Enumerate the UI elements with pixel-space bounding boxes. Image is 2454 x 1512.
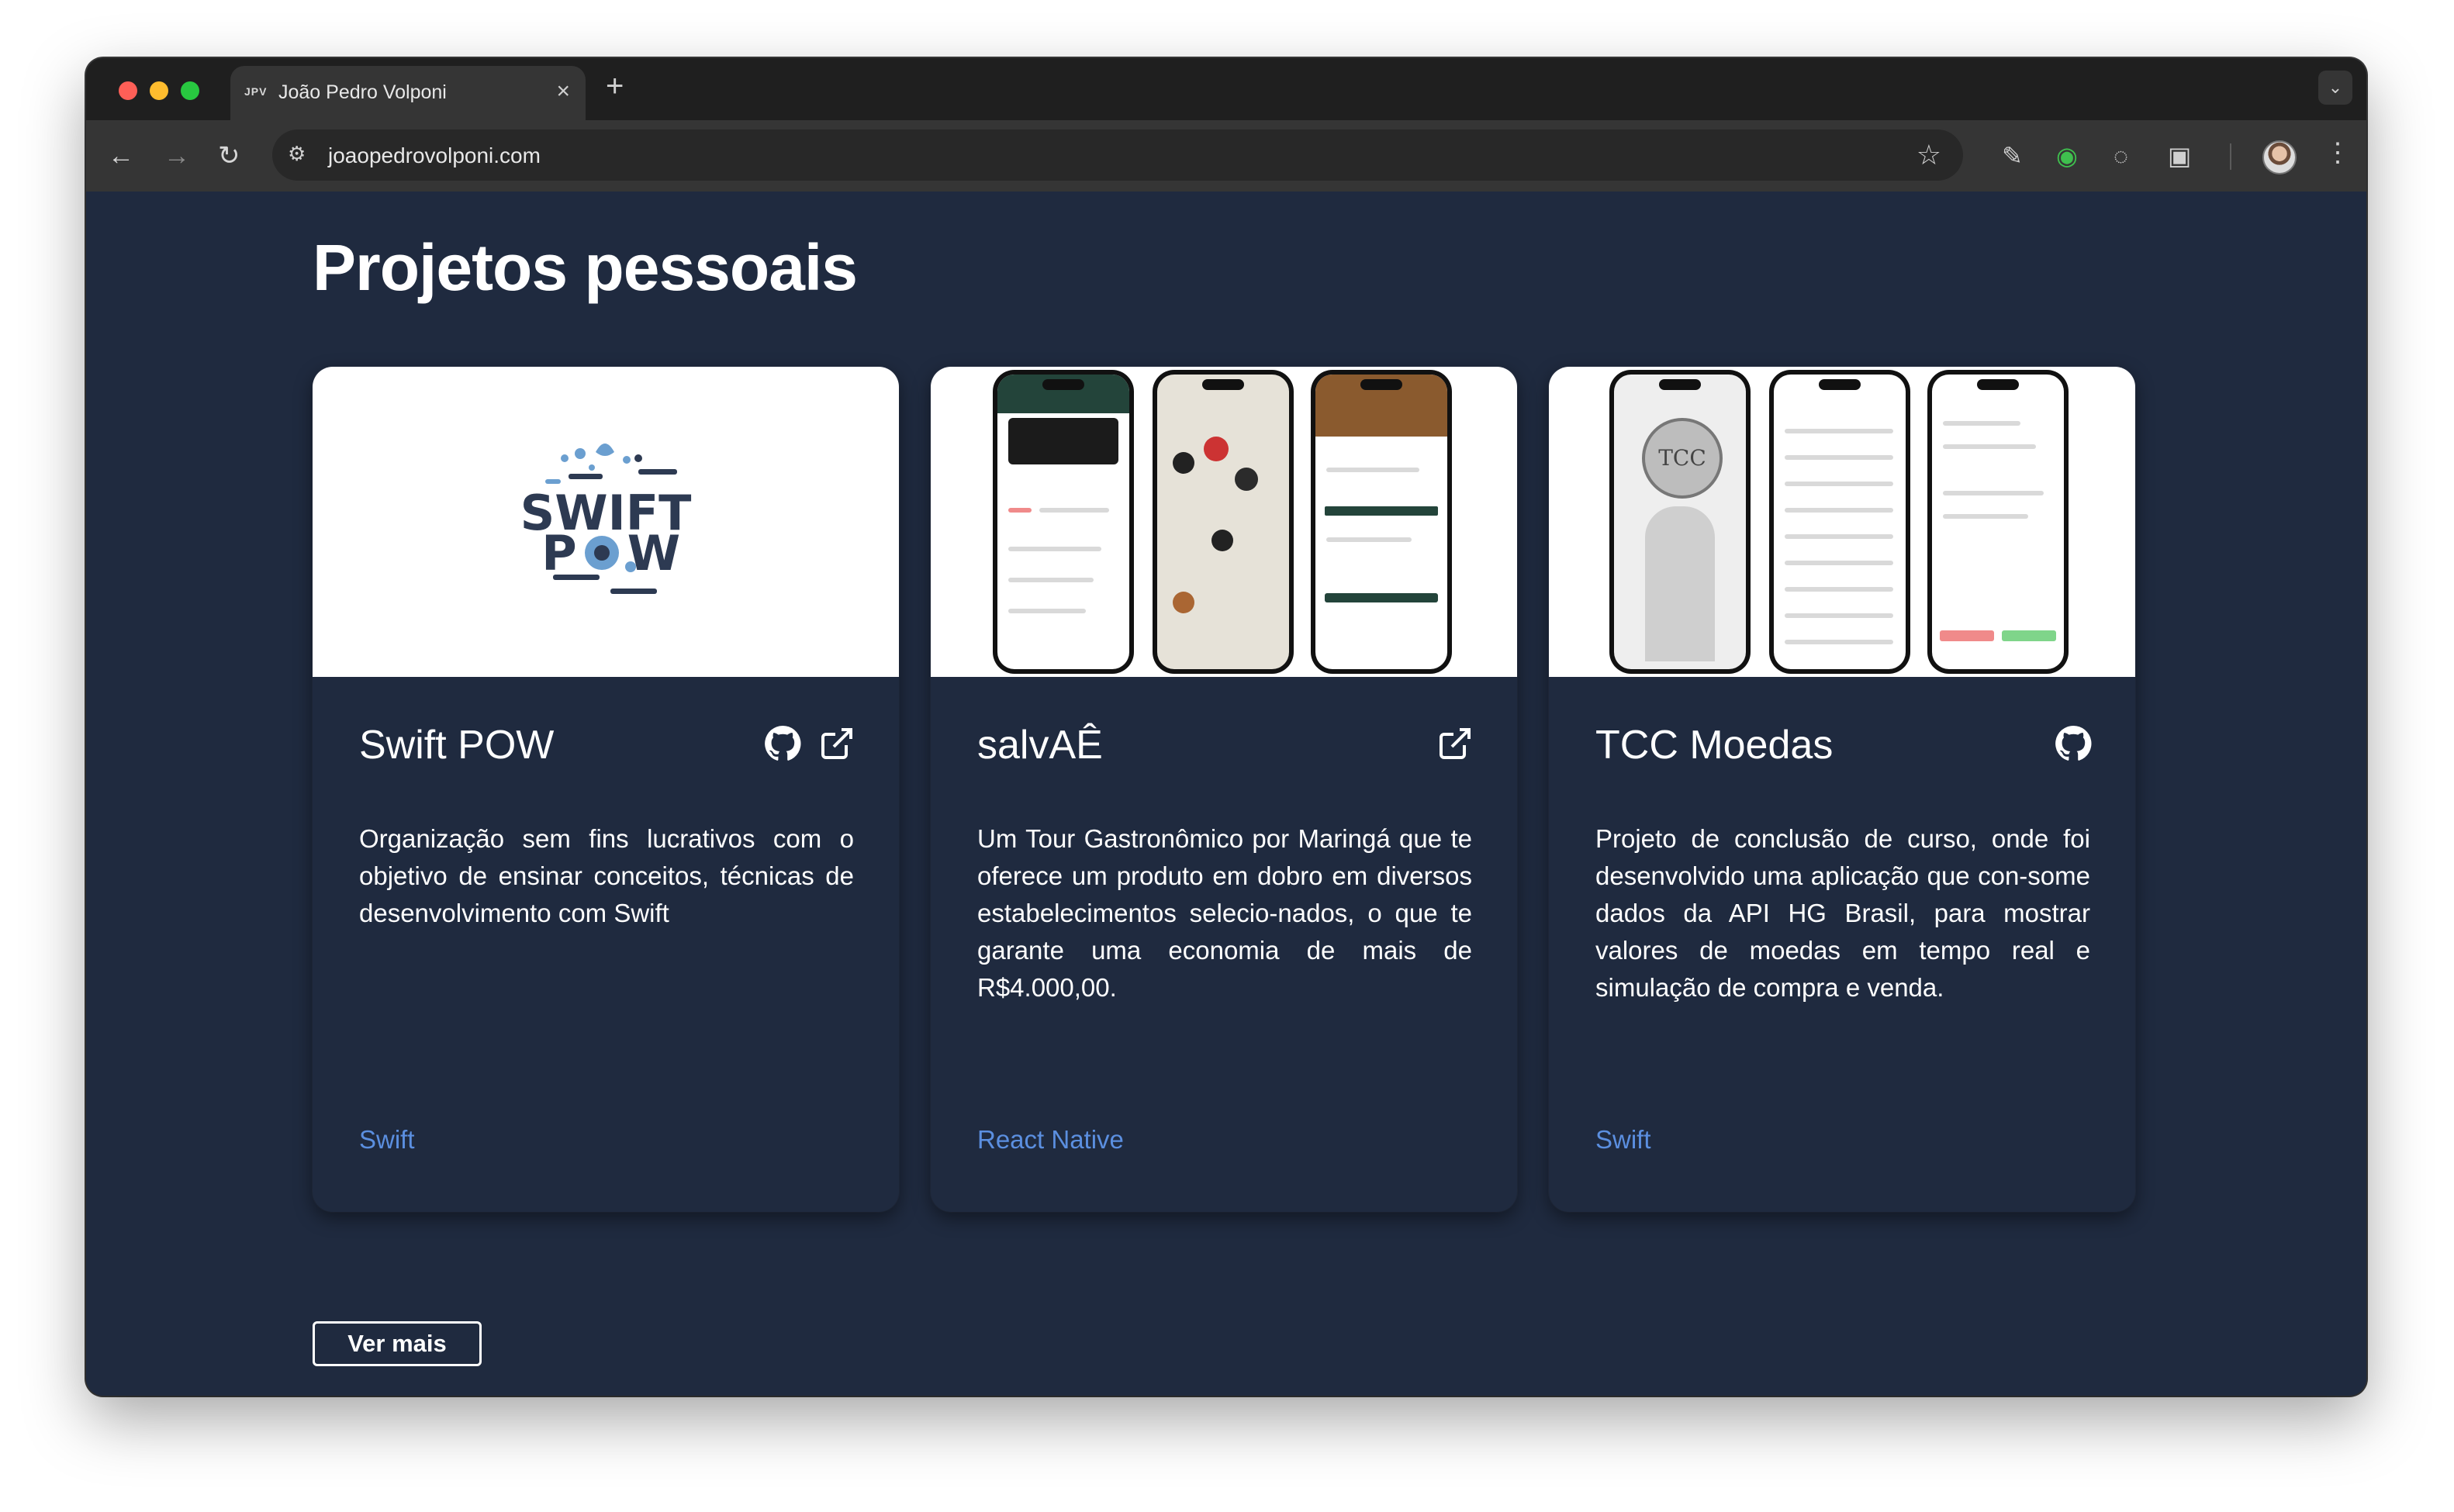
extensions-puzzle-icon[interactable]: ▣ — [2168, 142, 2191, 170]
tcc-coin: TCC — [1642, 418, 1723, 499]
minimize-window-button[interactable] — [150, 81, 168, 100]
project-links — [2055, 725, 2092, 768]
project-links — [764, 725, 855, 768]
tab-search-icon[interactable]: ⌄ — [2318, 71, 2352, 105]
svg-text:P: P — [541, 525, 576, 582]
active-tab[interactable]: JPV João Pedro Volponi × — [230, 66, 586, 120]
tab-close-icon[interactable]: × — [556, 78, 570, 105]
swift-pow-logo: SWIFT P W — [520, 444, 691, 594]
pen-extension-icon[interactable]: ✎ — [2002, 142, 2023, 170]
site-settings-icon[interactable]: ⚙ — [288, 142, 306, 166]
new-tab-button[interactable]: + — [606, 69, 624, 104]
address-bar[interactable]: ⚙ joaopedrovolponi.com ☆ — [272, 129, 1963, 181]
url-text[interactable]: joaopedrovolponi.com — [328, 143, 541, 168]
github-icon[interactable] — [764, 725, 801, 762]
phone-mockup — [993, 370, 1134, 674]
project-card-tcc-moedas: TCC TCC Moedas Projeto de conclusão de c… — [1549, 367, 2135, 1212]
profile-avatar[interactable] — [2262, 140, 2297, 174]
tab-title: João Pedro Volponi — [278, 81, 447, 103]
project-image: TCC — [1549, 367, 2135, 677]
circle-extension-icon[interactable]: ◌ — [2114, 142, 2128, 170]
page-content: Projetos pessoais SWIFT P W Swift POW Or… — [86, 192, 2366, 1396]
forward-icon[interactable]: → — [164, 139, 190, 173]
maximize-window-button[interactable] — [181, 81, 199, 100]
project-description: Organização sem fins lucrativos com o ob… — [359, 824, 854, 927]
close-window-button[interactable] — [119, 81, 137, 100]
project-image — [931, 367, 1517, 677]
project-tech-tag: Swift — [359, 1125, 415, 1154]
phone-mockup — [1153, 370, 1294, 674]
more-menu-icon[interactable]: ⋮ — [2324, 137, 2351, 168]
phone-mockup — [1311, 370, 1452, 674]
eye-extension-icon[interactable]: ◉ — [2056, 142, 2078, 170]
project-description: Um Tour Gastronômico por Maringá que te … — [977, 824, 1472, 1002]
tab-favicon: JPV — [244, 85, 268, 98]
external-link-icon[interactable] — [818, 725, 855, 762]
external-link-icon[interactable] — [1436, 725, 1474, 762]
project-description: Projeto de conclusão de curso, onde foi … — [1595, 824, 2090, 1002]
browser-window: JPV João Pedro Volponi × + ⌄ ← → ↻ ⚙ joa… — [86, 58, 2366, 1396]
github-icon[interactable] — [2055, 725, 2092, 762]
section-heading: Projetos pessoais — [313, 231, 858, 304]
project-tech-tag: Swift — [1595, 1125, 1651, 1154]
browser-toolbar: ← → ↻ ⚙ joaopedrovolponi.com ☆ ✎ ◉ ◌ ▣ ⋮ — [86, 120, 2366, 192]
project-card-salvae: salvAÊ Um Tour Gastronômico por Maringá … — [931, 367, 1517, 1212]
project-image: SWIFT P W — [313, 367, 899, 677]
see-more-button[interactable]: Ver mais — [313, 1321, 482, 1366]
project-card-swift-pow: SWIFT P W Swift POW Organização sem fins… — [313, 367, 899, 1212]
project-title: salvAÊ — [977, 723, 1103, 768]
svg-text:W: W — [627, 525, 680, 582]
project-title: Swift POW — [359, 723, 555, 768]
phone-mockup — [1927, 370, 2069, 674]
reload-icon[interactable]: ↻ — [218, 139, 240, 173]
tab-strip: JPV João Pedro Volponi × + ⌄ — [86, 58, 2366, 120]
bookmark-star-icon[interactable]: ☆ — [1917, 139, 1941, 171]
phone-mockup — [1769, 370, 1910, 674]
project-links — [1436, 725, 1474, 768]
toolbar-divider — [2230, 143, 2231, 170]
project-title: TCC Moedas — [1595, 723, 1834, 768]
back-icon[interactable]: ← — [108, 139, 134, 173]
project-tech-tag: React Native — [977, 1125, 1124, 1154]
phone-mockup: TCC — [1609, 370, 1751, 674]
